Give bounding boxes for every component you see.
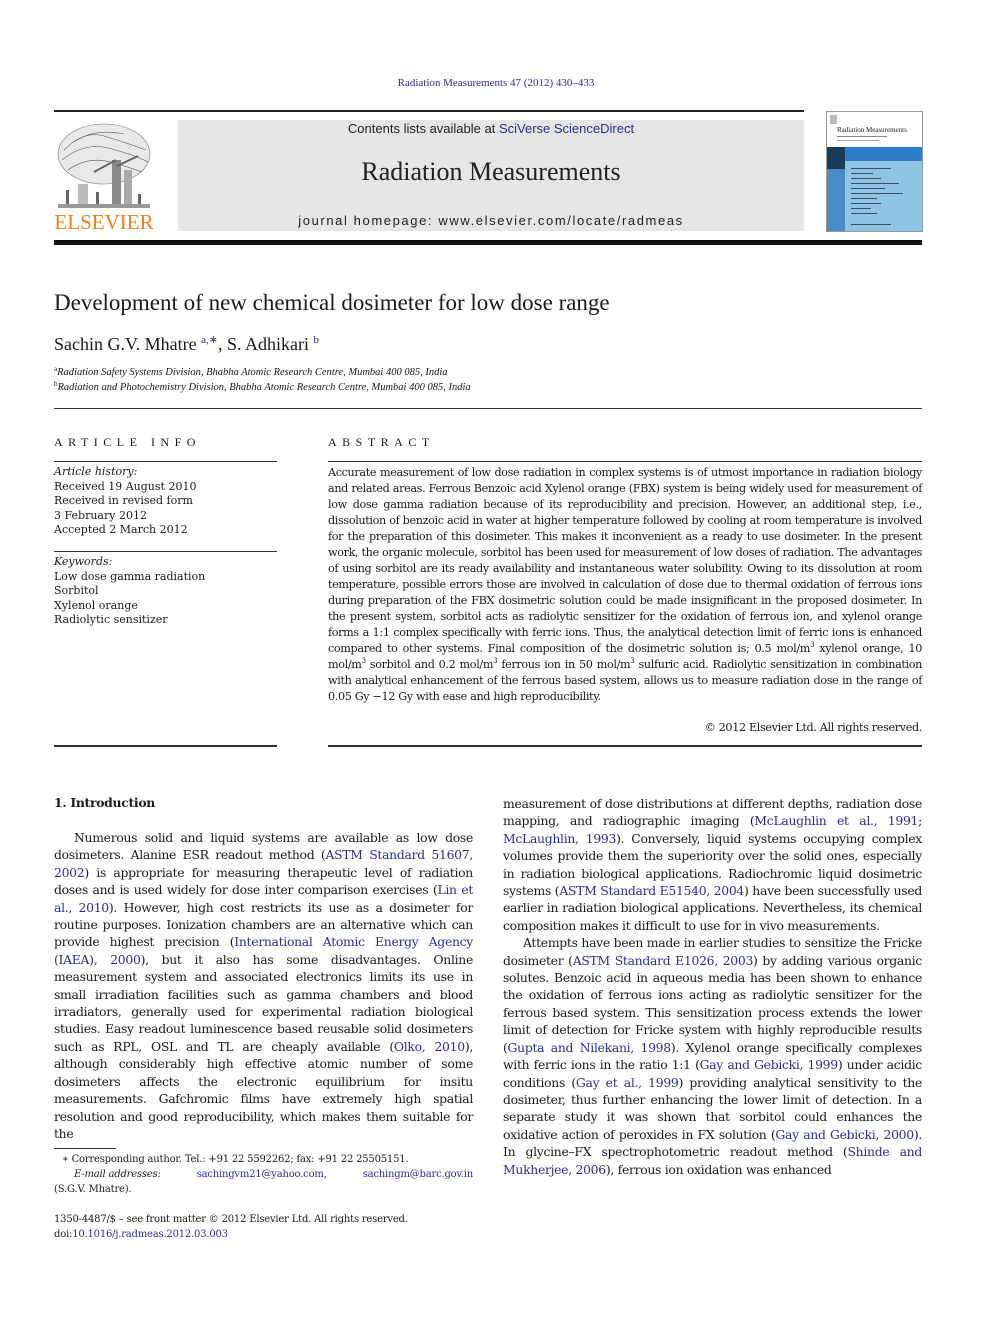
article-title: Development of new chemical dosimeter fo…	[54, 290, 610, 315]
cover-subtitle-line	[837, 140, 879, 141]
abstract-segment: sorbitol and 0.2 mol/m	[365, 658, 494, 671]
cover-text-line	[851, 193, 903, 194]
article-history-label: Article history:	[54, 465, 138, 478]
keywords: Keywords: Low dose gamma radiation Sorbi…	[54, 555, 277, 628]
email-label: E-mail addresses:	[74, 1169, 161, 1180]
text: ;	[918, 813, 923, 829]
doi-link[interactable]: 10.1016/j.radmeas.2012.03.003	[72, 1229, 228, 1240]
reference-link[interactable]: Gupta and Nilekani, 1998	[508, 1040, 672, 1055]
text: ) is appropriate for measuring therapeut…	[54, 864, 473, 898]
author-separator: ,	[218, 334, 228, 354]
author-name: Sachin G.V. Mhatre	[54, 334, 197, 354]
cover-crest-icon	[830, 115, 837, 124]
cover-atom-icon	[827, 147, 845, 169]
text: ), ferrous ion oxidation was enhanced	[605, 1161, 832, 1177]
history-entry: Received in revised form	[54, 494, 193, 507]
body-column-right: measurement of dose distributions at dif…	[503, 795, 922, 1178]
keyword: Xylenol orange	[54, 598, 138, 612]
cover-text-line	[851, 183, 899, 184]
history-entry: Accepted 2 March 2012	[54, 523, 188, 536]
email-link[interactable]: sachingm@barc.gov.in	[363, 1167, 473, 1182]
front-matter: 1350-4487/$ – see front matter © 2012 El…	[54, 1212, 473, 1242]
publisher-wordmark: ELSEVIER	[54, 210, 154, 234]
text: ), although considerably high effective …	[54, 1038, 473, 1141]
reference-link[interactable]: Gay and Gebicki, 1999	[700, 1057, 839, 1072]
journal-cover-thumbnail[interactable]: Radiation Measurements	[826, 111, 923, 232]
history-entry: 3 February 2012	[54, 508, 147, 522]
journal-citation-link[interactable]: Radiation Measurements 47 (2012) 430–433	[0, 77, 992, 89]
history-entry: Received 19 August 2010	[54, 479, 197, 493]
contents-prefix: Contents lists available at	[347, 121, 499, 136]
author-affiliation-mark[interactable]: a,∗	[201, 334, 218, 346]
cover-sidebar	[827, 169, 845, 231]
elsevier-tree-icon	[57, 123, 151, 208]
paragraph: Numerous solid and liquid systems are av…	[54, 829, 473, 1142]
cover-text-line	[851, 224, 891, 225]
footnotes: ∗ Corresponding author. Tel.: +91 22 559…	[54, 1152, 473, 1197]
reference-link[interactable]: ASTM Standard E51540, 2004	[559, 883, 744, 898]
cover-text-line	[851, 203, 881, 204]
keywords-label: Keywords:	[54, 555, 113, 568]
author-list: Sachin G.V. Mhatre a,∗, S. Adhikari b	[54, 333, 319, 355]
elsevier-logo[interactable]: ELSEVIER	[54, 120, 154, 234]
cover-text-line	[851, 208, 871, 209]
abstract-segment: ferrous ion in 50 mol/m	[497, 658, 631, 671]
journal-title: Radiation Measurements	[361, 157, 621, 186]
cover-text-line	[851, 168, 891, 169]
reference-link[interactable]: ASTM Standard E1026, 2003	[573, 953, 754, 968]
article-history: Article history: Received 19 August 2010…	[54, 465, 277, 538]
abstract-segment: Accurate measurement of low dose radiati…	[328, 466, 922, 655]
paragraph: Attempts have been made in earlier studi…	[503, 934, 922, 1178]
keyword: Sorbitol	[54, 584, 99, 597]
reference-link[interactable]: McLaughlin, 1993	[503, 831, 616, 846]
cover-text-line	[851, 188, 885, 189]
affiliation-text: Radiation and Photochemistry Division, B…	[57, 382, 471, 393]
contents-availability: Contents lists available at SciVerse Sci…	[178, 121, 804, 136]
reference-link[interactable]: Olko, 2010	[394, 1039, 465, 1054]
abstract-copyright: © 2012 Elsevier Ltd. All rights reserved…	[704, 721, 923, 734]
abstract-heading: ABSTRACT	[328, 435, 435, 449]
affiliation: bRadiation and Photochemistry Division, …	[54, 380, 471, 393]
abstract-divider	[328, 461, 922, 462]
title-divider	[54, 408, 922, 409]
journal-homepage[interactable]: journal homepage: www.elsevier.com/locat…	[178, 213, 804, 228]
cover-text-line	[851, 213, 877, 214]
article-info-divider	[54, 551, 277, 552]
section-heading: 1. Introduction	[54, 795, 155, 810]
keyword: Low dose gamma radiation	[54, 569, 206, 583]
article-info-divider	[54, 461, 277, 462]
abstract-text: Accurate measurement of low dose radiati…	[328, 465, 922, 705]
paragraph: measurement of dose distributions at dif…	[503, 795, 922, 934]
cover-text-line	[851, 178, 881, 179]
front-matter-line: 1350-4487/$ – see front matter © 2012 El…	[54, 1214, 408, 1225]
abstract-bottom-rule	[328, 745, 922, 747]
author-name: S. Adhikari	[227, 334, 310, 354]
corresponding-author-note: ∗ Corresponding author. Tel.: +91 22 559…	[62, 1154, 409, 1165]
affiliation: aRadiation Safety Systems Division, Bhab…	[54, 365, 448, 378]
body-column-left: Numerous solid and liquid systems are av…	[54, 829, 473, 1142]
author-affiliation-mark[interactable]: b	[314, 334, 320, 346]
sciencedirect-link[interactable]: SciVerse ScienceDirect	[499, 121, 634, 136]
article-info-heading: ARTICLE INFO	[54, 435, 201, 449]
affiliation-text: Radiation Safety Systems Division, Bhabh…	[57, 367, 448, 378]
masthead-top-rule	[54, 110, 804, 112]
cover-title: Radiation Measurements	[837, 126, 907, 134]
article-info-bottom-rule	[54, 745, 277, 747]
doi-line: doi:10.1016/j.radmeas.2012.03.003	[54, 1227, 473, 1242]
keyword: Radiolytic sensitizer	[54, 613, 168, 626]
email-row: E-mail addresses: sachingvm21@yahoo.com,…	[54, 1167, 473, 1182]
doi-prefix: doi:	[54, 1229, 73, 1240]
masthead-bottom-rule	[54, 240, 922, 245]
email-link[interactable]: sachingvm21@yahoo.com,	[197, 1167, 327, 1182]
reference-link[interactable]: McLaughlin et al., 1991	[754, 813, 918, 828]
reference-link[interactable]: Gay et al., 1999	[576, 1075, 679, 1090]
cover-text-line	[851, 198, 877, 199]
cover-text-line	[851, 173, 873, 174]
reference-link[interactable]: Gay and Gebicki, 2000	[775, 1127, 914, 1142]
email-owner: (S.G.V. Mhatre).	[54, 1184, 132, 1195]
footnote-rule	[54, 1148, 116, 1149]
cover-subtitle-line	[837, 136, 887, 137]
